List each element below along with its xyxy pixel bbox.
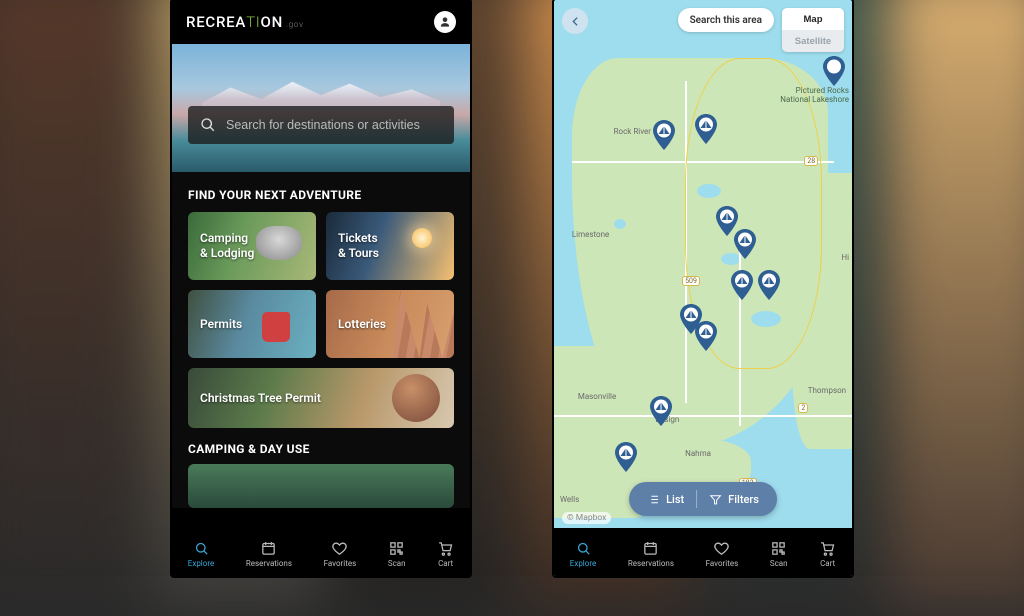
filters-button[interactable]: Filters — [697, 482, 771, 516]
route-badge: 509 — [682, 276, 700, 286]
user-icon — [438, 15, 452, 29]
heart-icon — [713, 540, 730, 557]
adventure-cards: Camping & Lodging Tickets & Tours Permit… — [188, 212, 454, 428]
nav-label: Explore — [570, 559, 596, 568]
route-badge: 2 — [798, 403, 808, 413]
map-pin[interactable] — [652, 120, 676, 150]
brand-logo: RECREATION.gov — [186, 13, 304, 31]
card-label: Christmas Tree Permit — [200, 391, 321, 406]
nav-favorites[interactable]: Favorites — [324, 540, 357, 568]
search-icon — [575, 540, 592, 557]
cart-icon — [819, 540, 836, 557]
map-pin[interactable] — [694, 114, 718, 144]
nav-label: Reservations — [628, 559, 674, 568]
map-type-toggle: Map Satellite — [782, 8, 844, 52]
filter-icon — [709, 493, 722, 506]
map-label: Nahma — [685, 449, 711, 458]
map-label: Masonville — [578, 392, 616, 401]
card-label: Lotteries — [338, 317, 386, 332]
card-label: Tickets & Tours — [338, 231, 379, 261]
chevron-left-icon — [569, 15, 582, 28]
map-label: Rock River — [614, 127, 651, 136]
bottom-nav: Explore Reservations Favorites Scan Cart — [172, 528, 470, 576]
card-tickets-tours[interactable]: Tickets & Tours — [326, 212, 454, 280]
calendar-icon — [642, 540, 659, 557]
section-title-dayuse: CAMPING & DAY USE — [188, 442, 454, 456]
explore-body: FIND YOUR NEXT ADVENTURE Camping & Lodgi… — [172, 172, 470, 508]
nav-reservations[interactable]: Reservations — [246, 540, 292, 568]
brand-suffix: .gov — [286, 20, 304, 29]
dayuse-card[interactable] — [188, 464, 454, 508]
hero-image — [172, 44, 470, 172]
phone-explore: RECREATION.gov FIND YOUR NEXT ADVENTURE … — [172, 0, 470, 576]
card-label: Camping & Lodging — [200, 231, 254, 261]
map-pin[interactable] — [730, 270, 754, 300]
nav-label: Favorites — [324, 559, 357, 568]
card-lotteries[interactable]: Lotteries — [326, 290, 454, 358]
nav-label: Cart — [438, 559, 453, 568]
nav-label: Favorites — [706, 559, 739, 568]
list-button[interactable]: List — [635, 482, 696, 516]
phone-map: Rock River Limestone Masonville Ensign N… — [554, 0, 852, 576]
nav-cart[interactable]: Cart — [437, 540, 454, 568]
map-canvas[interactable]: Rock River Limestone Masonville Ensign N… — [554, 0, 852, 576]
nav-favorites[interactable]: Favorites — [706, 540, 739, 568]
search-icon — [200, 117, 216, 133]
map-label: Hi — [841, 253, 849, 262]
app-header: RECREATION.gov — [172, 0, 470, 44]
search-this-area-button[interactable]: Search this area — [678, 8, 774, 32]
nav-scan[interactable]: Scan — [770, 540, 788, 568]
nav-label: Scan — [388, 559, 406, 568]
map-pin[interactable] — [614, 442, 638, 472]
nav-cart[interactable]: Cart — [819, 540, 836, 568]
nav-scan[interactable]: Scan — [388, 540, 406, 568]
filters-label: Filters — [728, 493, 759, 506]
card-camping-lodging[interactable]: Camping & Lodging — [188, 212, 316, 280]
map-type-satellite[interactable]: Satellite — [782, 30, 844, 52]
calendar-icon — [260, 540, 277, 557]
map-attribution: © Mapbox — [562, 512, 611, 524]
account-button[interactable] — [434, 11, 456, 33]
map-label: Thompson — [808, 386, 846, 395]
route-badge: 28 — [804, 156, 818, 166]
map-label: Wells — [560, 495, 579, 504]
nav-label: Cart — [820, 559, 835, 568]
map-pin[interactable] — [822, 56, 846, 86]
nav-explore[interactable]: Explore — [188, 540, 214, 568]
nav-reservations[interactable]: Reservations — [628, 540, 674, 568]
brand-part: ON — [261, 13, 283, 31]
card-christmas-tree[interactable]: Christmas Tree Permit — [188, 368, 454, 428]
list-label: List — [666, 493, 684, 506]
list-icon — [647, 493, 660, 506]
qr-icon — [388, 540, 405, 557]
nav-label: Explore — [188, 559, 214, 568]
card-permits[interactable]: Permits — [188, 290, 316, 358]
nav-label: Scan — [770, 559, 788, 568]
heart-icon — [331, 540, 348, 557]
search-bar[interactable] — [188, 106, 454, 144]
cart-icon — [437, 540, 454, 557]
back-button[interactable] — [562, 8, 588, 34]
map-pin[interactable] — [757, 270, 781, 300]
map-pin[interactable] — [694, 321, 718, 351]
nav-label: Reservations — [246, 559, 292, 568]
map-label: Limestone — [572, 230, 609, 239]
map-top-controls: Search this area Map Satellite — [562, 8, 844, 52]
search-input[interactable] — [226, 118, 442, 132]
map-bottom-controls: List Filters — [629, 482, 777, 516]
map-label-park: Pictured Rocks National Lakeshore — [780, 86, 849, 104]
section-title-adventure: FIND YOUR NEXT ADVENTURE — [188, 188, 454, 202]
search-icon — [193, 540, 210, 557]
map-type-map[interactable]: Map — [782, 8, 844, 30]
map-pin[interactable] — [649, 396, 673, 426]
brand-part: RECREA — [186, 13, 246, 31]
brand-part-accent: TI — [246, 13, 260, 31]
map-pin[interactable] — [733, 229, 757, 259]
card-label: Permits — [200, 317, 242, 332]
bottom-nav: Explore Reservations Favorites Scan Cart — [554, 528, 852, 576]
nav-explore[interactable]: Explore — [570, 540, 596, 568]
qr-icon — [770, 540, 787, 557]
